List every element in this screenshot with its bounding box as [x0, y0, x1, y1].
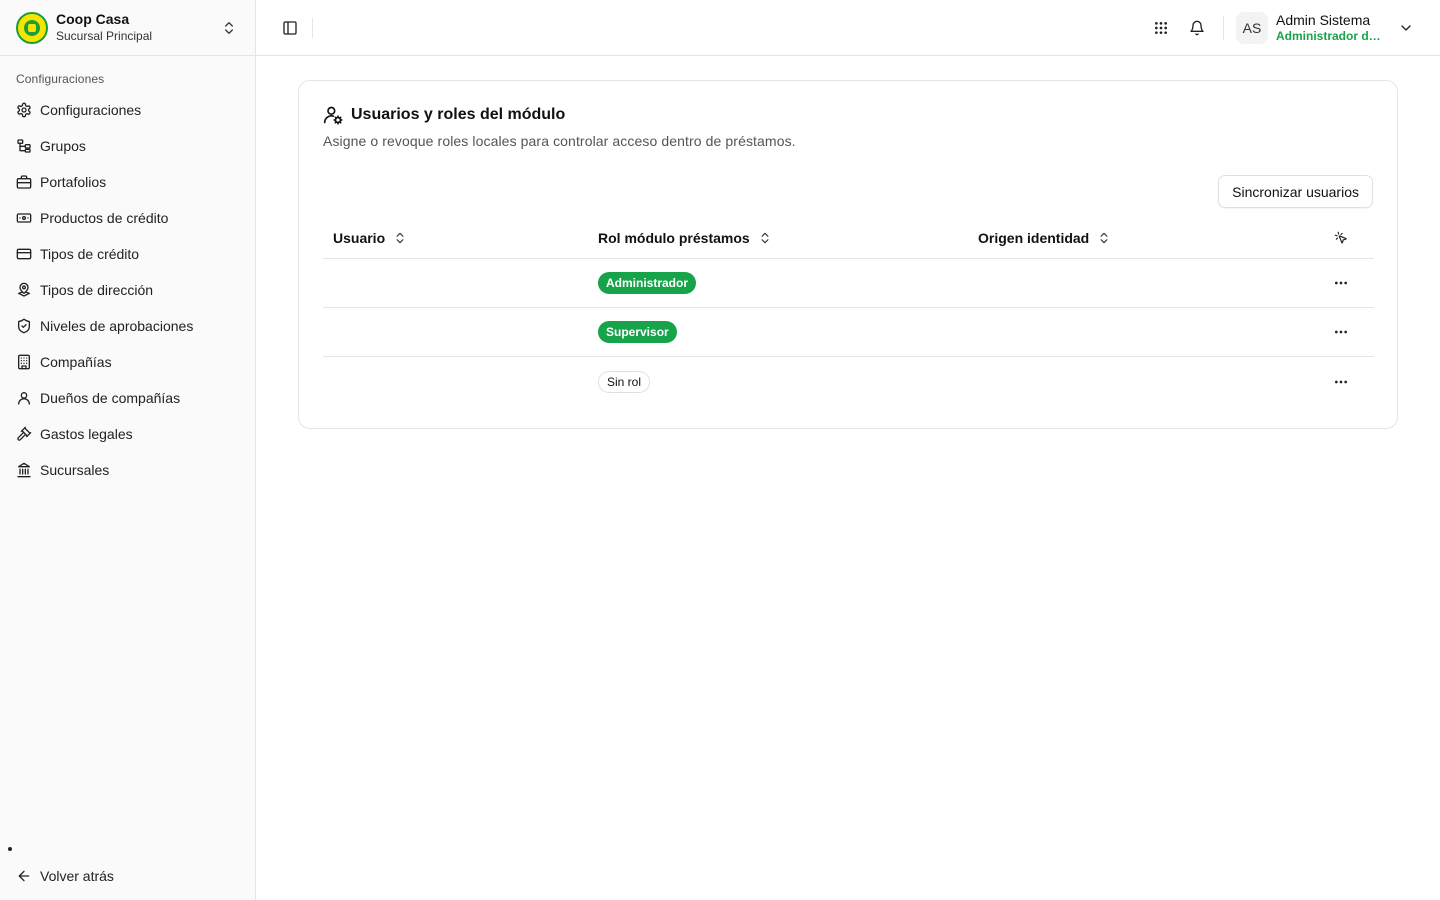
building-icon — [18, 354, 30, 370]
sort-icon — [761, 232, 769, 243]
row-actions-button[interactable] — [1327, 318, 1355, 346]
coop-logo — [16, 11, 48, 44]
sidebar-item-tipos-credito[interactable]: Tipos de crédito — [0, 236, 255, 272]
sort-icon — [1100, 232, 1108, 243]
role-badge: Supervisor — [598, 321, 677, 343]
divider — [312, 17, 313, 38]
more-horizontal-icon — [1335, 330, 1347, 334]
map-pin-icon — [18, 282, 30, 297]
nav-group-label: Configuraciones — [16, 72, 105, 86]
brand-switcher[interactable]: Coop Casa Sucursal Principal — [0, 0, 255, 56]
sidebar-item-sucursales[interactable]: Sucursales — [0, 452, 255, 488]
table-header: Usuario Rol módulo préstamos Origen iden… — [323, 217, 1374, 259]
sidebar-item-label: Configuraciones — [40, 102, 142, 118]
table-row: Supervisor — [323, 308, 1374, 357]
more-horizontal-icon — [1335, 380, 1347, 383]
user-name: Admin Sistema — [1276, 11, 1371, 28]
back-button[interactable]: Volver atrás — [0, 858, 255, 894]
gavel-icon — [17, 426, 32, 441]
banknote-icon — [16, 213, 32, 223]
column-header-rol[interactable]: Rol módulo préstamos — [598, 230, 978, 246]
sidebar-item-label: Portafolios — [40, 174, 107, 190]
card-title: Usuarios y roles del módulo — [323, 105, 796, 125]
sidebar-item-label: Compañías — [40, 354, 112, 370]
table-row: Sin rol — [323, 357, 1374, 406]
notifications-button[interactable] — [1179, 10, 1215, 46]
sparkle-pointer-icon — [1334, 231, 1347, 243]
panel-left-icon — [283, 20, 297, 35]
sidebar-item-label: Tipos de dirección — [40, 282, 154, 298]
sidebar-item-label: Gastos legales — [40, 426, 133, 442]
users-roles-card: Usuarios y roles del módulo Asigne o rev… — [298, 80, 1398, 429]
sidebar-item-label: Niveles de aprobaciones — [40, 318, 194, 334]
branch-name: Sucursal Principal — [56, 29, 153, 44]
column-settings-button[interactable] — [1308, 231, 1374, 245]
chevrons-up-down-icon[interactable] — [219, 18, 239, 38]
sidebar-item-label: Sucursales — [40, 462, 110, 478]
arrow-left-icon — [18, 870, 30, 882]
apps-button[interactable] — [1143, 10, 1179, 46]
column-header-origen[interactable]: Origen identidad — [978, 230, 1308, 246]
table-row: Administrador — [323, 259, 1374, 308]
user-cog-icon — [323, 106, 343, 125]
sidebar-toggle-button[interactable] — [276, 14, 304, 42]
column-header-usuario[interactable]: Usuario — [323, 230, 598, 246]
sync-users-button[interactable]: Sincronizar usuarios — [1218, 175, 1373, 208]
user-role: Administrador del sistema — [1276, 28, 1384, 43]
status-dot — [8, 847, 12, 851]
card-description: Asigne o revoque roles locales para cont… — [323, 133, 796, 149]
sidebar-item-label: Productos de crédito — [40, 210, 169, 226]
sidebar-item-niveles-aprobaciones[interactable]: Niveles de aprobaciones — [0, 308, 255, 344]
avatar: AS — [1236, 11, 1268, 44]
landmark-icon — [17, 462, 31, 478]
bell-icon — [1190, 20, 1204, 35]
gear-icon — [17, 102, 31, 118]
divider — [1223, 15, 1224, 40]
sidebar-item-duenos-companias[interactable]: Dueños de compañías — [0, 380, 255, 416]
user-menu[interactable]: AS Admin Sistema Administrador del siste… — [1236, 11, 1416, 44]
sort-icon — [396, 232, 404, 243]
back-label: Volver atrás — [40, 868, 114, 884]
more-horizontal-icon — [1335, 281, 1347, 285]
sidebar-item-tipos-direccion[interactable]: Tipos de dirección — [0, 272, 255, 308]
sidebar-item-companias[interactable]: Compañías — [0, 344, 255, 380]
role-badge: Sin rol — [598, 370, 651, 393]
sidebar-item-label: Dueños de compañías — [40, 390, 181, 406]
sidebar-item-configuraciones[interactable]: Configuraciones — [0, 92, 255, 128]
sidebar-item-gastos-legales[interactable]: Gastos legales — [0, 416, 255, 452]
credit-card-icon — [16, 248, 32, 260]
tree-icon — [17, 139, 31, 153]
row-actions-button[interactable] — [1327, 368, 1355, 396]
sidebar: Coop Casa Sucursal Principal Configuraci… — [0, 0, 256, 900]
sidebar-item-label: Grupos — [40, 138, 86, 154]
sidebar-item-label: Tipos de crédito — [40, 246, 140, 262]
sidebar-item-portafolios[interactable]: Portafolios — [0, 164, 255, 200]
users-table: Usuario Rol módulo préstamos Origen iden… — [323, 217, 1374, 406]
brand-name: Coop Casa — [56, 11, 130, 28]
user-icon — [18, 392, 30, 405]
shield-check-icon — [18, 318, 30, 334]
top-bar: AS Admin Sistema Administrador del siste… — [256, 0, 1440, 56]
sidebar-item-grupos[interactable]: Grupos — [0, 128, 255, 164]
sidebar-item-productos-credito[interactable]: Productos de crédito — [0, 200, 255, 236]
chevron-down-icon — [1396, 18, 1416, 38]
role-badge: Administrador — [598, 272, 697, 294]
row-actions-button[interactable] — [1327, 269, 1355, 297]
briefcase-icon — [16, 175, 32, 189]
grid-icon — [1155, 21, 1167, 34]
